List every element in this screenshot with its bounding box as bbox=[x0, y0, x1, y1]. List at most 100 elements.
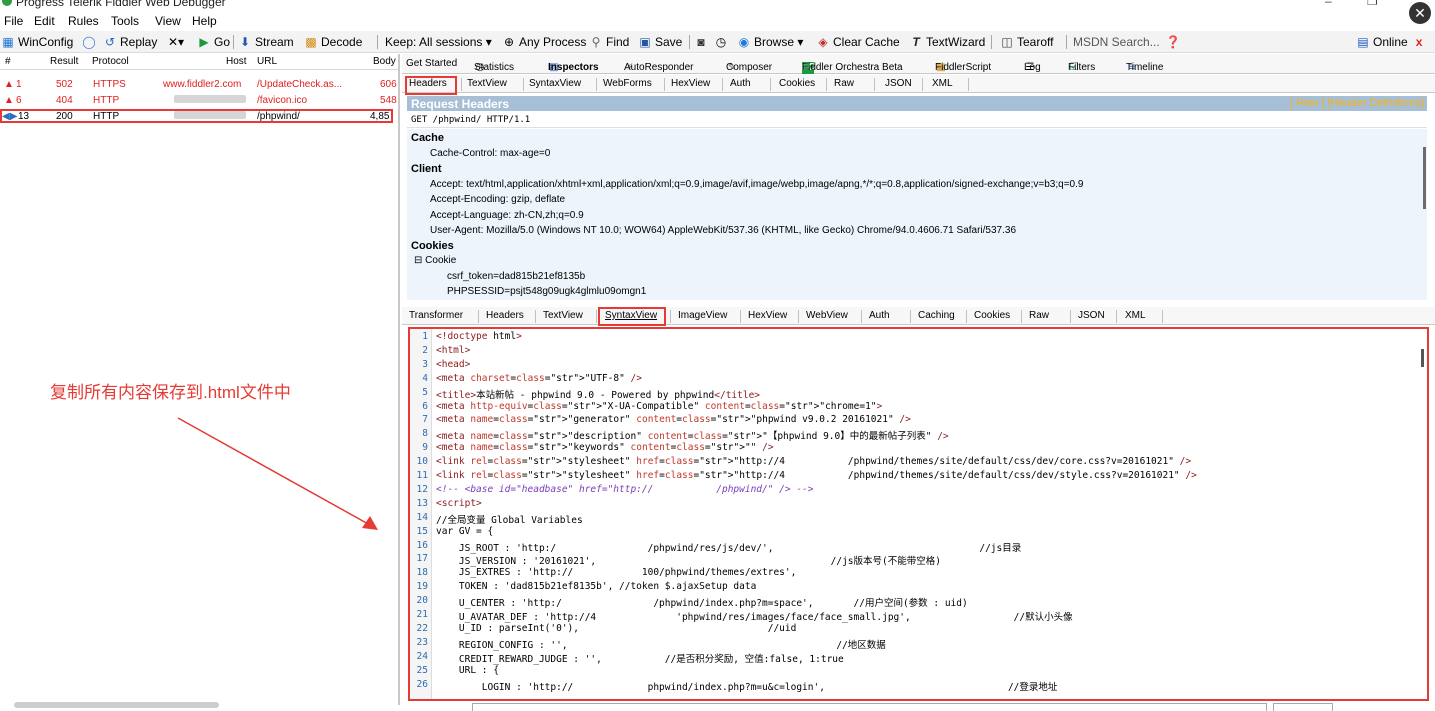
stream-button[interactable]: ⬇ Stream bbox=[238, 34, 294, 50]
tab-get-started[interactable]: Get Started bbox=[406, 58, 457, 69]
menu-tools[interactable]: Tools bbox=[111, 14, 139, 28]
line-number: 7 bbox=[422, 414, 428, 426]
winconfig-button[interactable]: ▦ WinConfig bbox=[1, 34, 73, 50]
tab-request-syntaxview[interactable]: SyntaxView bbox=[529, 78, 581, 89]
title-bar: Progress Telerik Fiddler Web Debugger – … bbox=[0, 0, 1435, 12]
table-row[interactable]: ▲ 6 404 HTTP /favicon.ico 548 bbox=[0, 95, 398, 107]
go-button[interactable]: ▶ Go bbox=[197, 34, 230, 50]
tab-request-json[interactable]: JSON bbox=[885, 78, 912, 89]
comment-button[interactable]: ◯ bbox=[82, 34, 99, 50]
code-text: <title>本站新帖 - phpwind 9.0 - Powered by p… bbox=[436, 389, 761, 401]
online-close-icon[interactable]: x bbox=[1416, 35, 1423, 49]
tab-divider bbox=[826, 78, 827, 91]
keep-sessions-dropdown[interactable]: Keep: All sessions ▾ bbox=[385, 34, 492, 50]
tab-response-headers[interactable]: Headers bbox=[486, 310, 524, 321]
tab-response-textview[interactable]: TextView bbox=[543, 310, 583, 321]
collapse-icon[interactable]: ⊟ bbox=[414, 255, 422, 266]
vertical-scrollbar[interactable] bbox=[1423, 147, 1426, 209]
msdn-search-input[interactable]: MSDN Search... ❓ bbox=[1073, 34, 1183, 50]
line-number: 23 bbox=[416, 636, 428, 648]
tab-response-cookies[interactable]: Cookies bbox=[974, 310, 1010, 321]
horizontal-scrollbar[interactable] bbox=[14, 702, 219, 708]
code-line: 7 <meta name=class="str">"generator" cont… bbox=[410, 414, 1427, 427]
column-header-id[interactable]: # bbox=[5, 56, 11, 67]
any-process-button[interactable]: ⊕ Any Process bbox=[502, 34, 586, 50]
code-line: 25 URL : { bbox=[410, 665, 1427, 678]
tab-divider bbox=[966, 310, 967, 323]
code-line: 2 <html> bbox=[410, 345, 1427, 358]
binoculars-icon: ⚲ bbox=[591, 35, 601, 49]
header-group-cookies: Cookies bbox=[411, 240, 454, 252]
tab-response-transformer[interactable]: Transformer bbox=[409, 310, 463, 321]
tab-request-raw[interactable]: Raw bbox=[834, 78, 854, 89]
tab-divider bbox=[740, 310, 741, 323]
selection-highlight bbox=[0, 109, 393, 123]
tab-response-caching[interactable]: Caching bbox=[918, 310, 955, 321]
tab-response-raw[interactable]: Raw bbox=[1029, 310, 1049, 321]
menu-edit[interactable]: Edit bbox=[34, 14, 55, 28]
save-button[interactable]: ▣ Save bbox=[638, 34, 682, 50]
warning-icon: ▲ bbox=[4, 95, 14, 106]
timer-button[interactable]: ◷ bbox=[714, 34, 731, 50]
tab-request-textview[interactable]: TextView bbox=[467, 78, 507, 89]
quickexec-input[interactable] bbox=[472, 703, 1267, 711]
browse-button[interactable]: ◉ Browse ▾ bbox=[737, 34, 804, 50]
code-text: JS_ROOT : 'http:/ /phpwind/res/js/dev/',… bbox=[436, 542, 1022, 554]
code-text: //全局变量 Global Variables bbox=[436, 514, 583, 526]
online-button[interactable]: ▤ Online x bbox=[1356, 34, 1422, 50]
find-button[interactable]: ⚲ Find bbox=[589, 34, 630, 50]
syntax-code-view[interactable]: 1 <!doctype html> 2 <html> 3 <head> 4 <meta cha… bbox=[408, 327, 1429, 701]
menu-rules[interactable]: Rules bbox=[68, 14, 99, 28]
cookie-tree-node[interactable]: ⊟ Cookie bbox=[414, 255, 456, 266]
quickexec-button[interactable] bbox=[1273, 703, 1333, 711]
menu-help[interactable]: Help bbox=[192, 14, 217, 28]
close-icon[interactable]: ✕ bbox=[1409, 2, 1431, 24]
tab-divider bbox=[861, 310, 862, 323]
decode-button[interactable]: ▩ Decode bbox=[304, 34, 362, 50]
toolbar-divider bbox=[689, 35, 690, 49]
code-text: JS_VERSION : '20161021', //js版本号(不能带空格) bbox=[436, 556, 941, 568]
screenshot-button[interactable]: ◙ bbox=[694, 34, 711, 50]
restore-button[interactable]: ❐ bbox=[1367, 0, 1378, 8]
tab-request-hexview[interactable]: HexView bbox=[671, 78, 710, 89]
tab-request-cookies[interactable]: Cookies bbox=[779, 78, 815, 89]
header-accept: Accept: text/html,application/xhtml+xml,… bbox=[430, 179, 1084, 190]
tab-divider bbox=[1070, 310, 1071, 323]
column-header-url[interactable]: URL bbox=[257, 56, 277, 67]
table-row[interactable]: ▲ 1 502 HTTPS www.fiddler2.com /UpdateCh… bbox=[0, 79, 398, 91]
code-line: 16 JS_ROOT : 'http:/ /phpwind/res/js/dev… bbox=[410, 540, 1427, 554]
code-text: LOGIN : 'http:// phpwind/index.php?m=u&c… bbox=[436, 681, 1058, 693]
toolbar-divider bbox=[233, 35, 234, 49]
menu-file[interactable]: File bbox=[4, 14, 23, 28]
code-text: <meta name=class="str">"keywords" conten… bbox=[436, 442, 774, 454]
tearoff-button[interactable]: ◫ Tearoff bbox=[1000, 34, 1053, 50]
tab-request-webforms[interactable]: WebForms bbox=[603, 78, 652, 89]
code-line: 23 REGION_CONFIG : '', //地区数据 bbox=[410, 636, 1427, 651]
remove-button[interactable]: ✕▾ bbox=[168, 34, 184, 50]
tab-response-imageview[interactable]: ImageView bbox=[678, 310, 727, 321]
line-number: 6 bbox=[422, 400, 428, 412]
column-header-protocol[interactable]: Protocol bbox=[92, 56, 129, 67]
tab-response-hexview[interactable]: HexView bbox=[748, 310, 787, 321]
tab-request-xml[interactable]: XML bbox=[932, 78, 953, 89]
replay-button[interactable]: ↺ Replay bbox=[103, 34, 157, 50]
tab-request-auth[interactable]: Auth bbox=[730, 78, 751, 89]
vertical-scrollbar[interactable] bbox=[1421, 349, 1424, 367]
textwizard-button[interactable]: T TextWizard bbox=[909, 34, 985, 50]
code-text: <meta name=class="str">"description" con… bbox=[436, 431, 949, 443]
clear-cache-button[interactable]: ◈ Clear Cache bbox=[816, 34, 899, 50]
clear-cache-icon: ◈ bbox=[818, 35, 828, 49]
code-line: 12 <!-- <base id="headbase" href="http://… bbox=[410, 484, 1427, 497]
column-header-result[interactable]: Result bbox=[50, 56, 78, 67]
toolbar-divider bbox=[377, 35, 378, 49]
minimize-button[interactable]: – bbox=[1325, 0, 1332, 8]
column-header-host[interactable]: Host bbox=[226, 56, 247, 67]
tab-response-webview[interactable]: WebView bbox=[806, 310, 848, 321]
menu-view[interactable]: View bbox=[155, 14, 181, 28]
column-header-body[interactable]: Body bbox=[373, 56, 396, 67]
header-definition-links[interactable]: [ Raw ] [Header Definitions] bbox=[1290, 97, 1424, 109]
tab-response-auth[interactable]: Auth bbox=[869, 310, 890, 321]
tab-response-json[interactable]: JSON bbox=[1078, 310, 1105, 321]
line-number: 8 bbox=[422, 428, 428, 440]
tab-response-xml[interactable]: XML bbox=[1125, 310, 1146, 321]
